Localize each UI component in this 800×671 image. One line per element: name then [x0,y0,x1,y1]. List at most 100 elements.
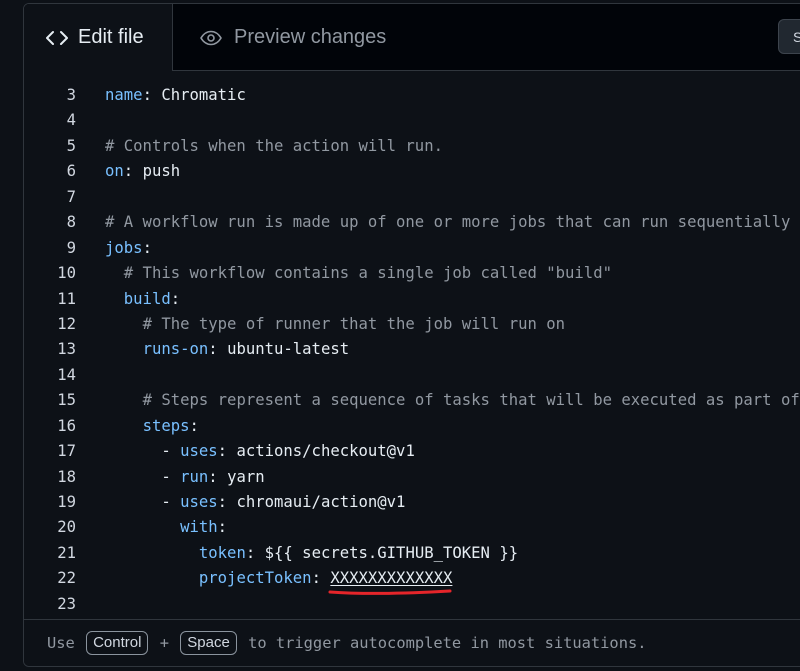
code-icon [46,29,68,47]
tab-edit-file[interactable]: Edit file [24,4,173,71]
line-number: 6 [66,162,76,181]
annotation-underline [328,589,452,595]
code-line[interactable]: 21 token: ${{ secrets.GITHUB_TOKEN }} [24,541,800,566]
line-number: 17 [57,442,76,461]
line-number: 10 [57,264,76,283]
hint-prefix: Use [47,634,85,652]
code-comment: # This workflow contains a single job ca… [123,264,612,283]
line-number: 14 [57,365,76,384]
line-number: 23 [57,594,76,613]
code-comment: # Steps represent a sequence of tasks th… [142,391,800,410]
line-indent: - [105,467,181,486]
tab-edit-file-label: Edit file [78,26,144,48]
yaml-key: on [105,162,124,181]
code-line[interactable]: 11 build: [24,287,800,312]
code-line[interactable]: 16 steps: [24,414,800,439]
tab-preview-changes-label: Preview changes [234,26,387,48]
yaml-separator: : [217,493,237,511]
yaml-key: build [123,289,171,308]
line-number: 16 [57,416,76,435]
line-content: # The type of runner that the job will r… [105,312,565,337]
code-line[interactable]: 17 - uses: actions/checkout@v1 [24,439,800,464]
line-number: 19 [57,493,76,511]
yaml-key: run [180,467,209,486]
tab-preview-changes[interactable]: Preview changes [200,4,386,71]
code-line[interactable]: 5 # Controls when the action will run. [24,134,800,159]
yaml-value: push [142,162,181,181]
line-number: 15 [57,391,76,410]
line-content: # Controls when the action will run. [105,134,443,159]
yaml-key: name [105,86,143,104]
line-content: - uses: actions/checkout@v1 [105,439,415,464]
line-content: on: push [105,159,180,184]
code-line[interactable]: 18 - run: yarn [24,465,800,490]
line-content: name: Chromatic [105,83,246,108]
autocomplete-hint: Use Control + Space to trigger autocompl… [24,619,800,666]
line-number: 22 [57,569,76,588]
line-content: - uses: chromaui/action@v1 [105,490,405,515]
line-content: build: [105,287,180,312]
yaml-separator: : [311,569,331,588]
code-line[interactable]: 8 # A workflow run is made up of one or m… [24,210,800,235]
yaml-separator: : [217,518,228,537]
code-line[interactable]: 7 [24,185,800,210]
yaml-value: yarn [227,467,265,486]
line-number: 5 [66,136,76,155]
line-content: jobs: [105,236,152,261]
code-line[interactable]: 19 - uses: chromaui/action@v1 [24,490,800,515]
code-line[interactable]: 6 on: push [24,159,800,184]
code-comment: # Controls when the action will run. [105,136,443,155]
code-line[interactable]: 13 runs-on: ubuntu-latest [24,337,800,362]
line-number: 18 [57,467,76,486]
kbd-space: Space [180,631,237,655]
yaml-separator: : [208,340,228,359]
yaml-separator: : [142,238,152,257]
line-indent: - [105,493,181,511]
kbd-control: Control [86,631,149,655]
yaml-key: jobs [105,238,143,257]
yaml-separator: : [142,86,162,104]
line-content: # A workflow run is made up of one or mo… [105,210,800,235]
yaml-key: steps [142,416,190,435]
yaml-value: ubuntu-latest [227,340,350,359]
line-content: with: [105,515,227,540]
yaml-key: uses [180,442,218,461]
line-content: runs-on: ubuntu-latest [105,337,350,362]
yaml-key: with [180,518,218,537]
hint-plus: + [150,634,179,652]
line-number: 7 [66,187,76,206]
line-content: # This workflow contains a single job ca… [105,261,612,286]
line-number: 11 [57,289,76,308]
code-line[interactable]: 12 # The type of runner that the job wil… [24,312,800,337]
yaml-separator: : [217,442,237,461]
line-number: 20 [57,518,76,537]
code-comment: # A workflow run is made up of one or mo… [105,213,800,232]
code-line[interactable]: 10 # This workflow contains a single job… [24,261,800,286]
code-line[interactable]: 3 name: Chromatic [24,83,800,108]
yaml-value: Chromatic [161,86,246,104]
yaml-separator: : [208,467,228,486]
code-line[interactable]: 4 [24,108,800,133]
line-number: 8 [66,213,76,232]
code-line[interactable]: 9 jobs: [24,236,800,261]
line-indent: - [105,442,181,461]
line-number: 13 [57,340,76,359]
settings-button[interactable]: S [778,19,800,54]
yaml-separator: : [123,162,143,181]
code-line[interactable]: 14 [24,363,800,388]
line-number: 3 [66,86,76,104]
code-line[interactable]: 20 with: [24,515,800,540]
yaml-separator: : [189,416,199,435]
yaml-value: ${{ secrets.GITHUB_TOKEN }} [264,543,519,562]
yaml-key: projectToken [198,569,312,588]
yaml-separator: : [245,543,265,562]
code-editor[interactable]: 3 name: Chromatic 4 5 # Controls when the ac… [24,83,800,617]
eye-icon [200,30,222,46]
code-line[interactable]: 15 # Steps represent a sequence of tasks… [24,388,800,413]
line-number: 4 [66,111,76,130]
